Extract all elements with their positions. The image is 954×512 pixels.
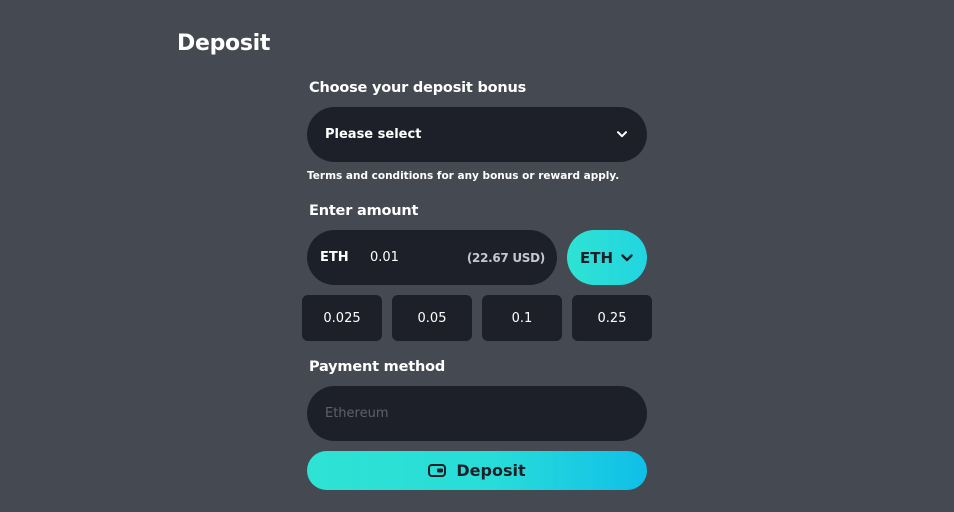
chevron-down-icon — [620, 251, 634, 265]
chevron-down-icon — [615, 128, 629, 142]
currency-dropdown-label: ETH — [579, 248, 614, 267]
deposit-button[interactable]: Deposit — [307, 451, 647, 490]
bonus-terms-text: Terms and conditions for any bonus or re… — [307, 170, 620, 182]
amount-usd-conversion: (22.67 USD) — [466, 250, 545, 265]
deposit-button-label: Deposit — [456, 461, 526, 480]
amount-currency-code: ETH — [320, 250, 349, 265]
payment-method-field[interactable] — [307, 386, 647, 441]
preset-amount-button[interactable]: 0.025 — [302, 295, 382, 341]
preset-amount-button[interactable]: 0.05 — [392, 295, 472, 341]
currency-dropdown-button[interactable]: ETH — [567, 230, 647, 285]
bonus-label: Choose your deposit bonus — [309, 80, 527, 96]
amount-field[interactable]: ETH (22.67 USD) — [307, 230, 557, 285]
amount-label: Enter amount — [309, 203, 419, 219]
preset-amount-button[interactable]: 0.1 — [482, 295, 562, 341]
amount-input[interactable] — [370, 250, 460, 265]
payment-method-input[interactable] — [325, 406, 629, 421]
wallet-icon — [428, 464, 447, 477]
page-title: Deposit — [177, 31, 271, 56]
payment-method-label: Payment method — [309, 359, 446, 375]
deposit-page: Deposit Choose your deposit bonus Please… — [0, 0, 954, 512]
bonus-select-value: Please select — [325, 127, 422, 142]
bonus-select[interactable]: Please select — [307, 107, 647, 162]
preset-amount-button[interactable]: 0.25 — [572, 295, 652, 341]
